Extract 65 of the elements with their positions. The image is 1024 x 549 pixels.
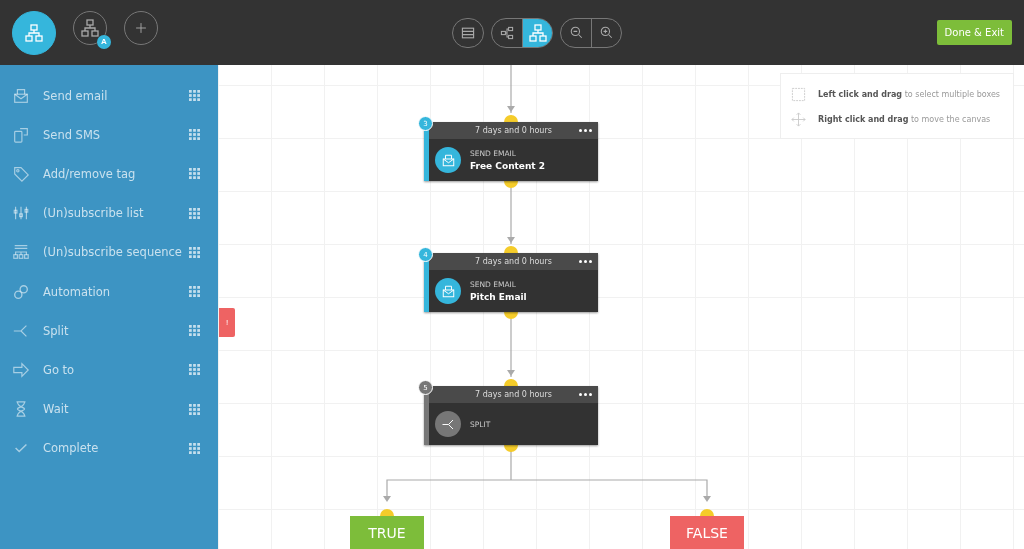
delay-label: 7 days and 0 hours	[475, 257, 552, 266]
drag-handle-icon[interactable]	[189, 246, 200, 258]
item-label: Split	[43, 323, 70, 338]
step-name: Pitch Email	[470, 292, 527, 302]
item-label: (Un)subscribe list	[43, 206, 145, 221]
item-label: Complete	[43, 441, 100, 456]
help-text: Right click and drag to move the canvas	[818, 115, 991, 124]
item-label: Go to	[43, 362, 76, 377]
selection-icon	[791, 87, 806, 102]
sidebar-item[interactable]: Send email	[0, 76, 218, 116]
connector-arrow	[507, 187, 515, 245]
more-options-icon[interactable]	[579, 260, 592, 263]
envelope-icon	[435, 147, 461, 173]
step-name: Free Content 2	[470, 161, 546, 171]
connector-arrow	[507, 318, 515, 378]
more-options-icon[interactable]	[579, 129, 592, 132]
sequence-icon	[12, 243, 32, 262]
drag-handle-icon[interactable]	[189, 129, 200, 141]
zoom-in-icon	[599, 25, 614, 40]
mode-button[interactable]	[12, 10, 56, 55]
drag-handle-icon[interactable]	[189, 207, 200, 219]
item-label: (Un)subscribe sequence	[43, 245, 183, 260]
item-label: Add/remove tag	[43, 166, 137, 181]
item-label: Send SMS	[43, 127, 102, 142]
flowchart-button[interactable]	[522, 18, 552, 47]
sidebar-item[interactable]: Automation	[0, 271, 218, 312]
collapse-tab[interactable]: !	[219, 308, 235, 337]
drag-handle-icon[interactable]	[189, 364, 200, 376]
drag-handle-icon[interactable]	[189, 286, 200, 298]
sidebar-item[interactable]: (Un)subscribe sequence	[0, 232, 218, 272]
done-button[interactable]: Done & Exit	[936, 20, 1012, 45]
branch-label[interactable]: FALSE	[670, 516, 744, 549]
sidebar-item[interactable]: Split	[0, 311, 218, 351]
sidebar-item[interactable]: Go to	[0, 350, 218, 390]
more-options-icon[interactable]	[579, 393, 592, 396]
flowchart-icon	[80, 17, 100, 38]
flowchart-icon	[24, 22, 44, 43]
item-label: Wait	[43, 402, 70, 417]
arrow-icon	[12, 360, 32, 379]
sidebar-item[interactable]: (Un)subscribe list	[0, 193, 218, 233]
sidebar-item[interactable]: Wait	[0, 389, 218, 429]
delay-label: 7 days and 0 hours	[475, 126, 552, 135]
tree-icon	[499, 24, 515, 41]
connector-arrow	[507, 65, 515, 114]
help-text: Left click and drag to select multiple boxes	[818, 90, 1001, 99]
badge: A	[97, 34, 111, 49]
branch-label[interactable]: TRUE	[350, 516, 424, 549]
drag-handle-icon[interactable]	[189, 168, 200, 180]
sidebar-item[interactable]: Complete	[0, 428, 218, 468]
delay-label: 7 days and 0 hours	[475, 390, 552, 399]
drag-handle-icon[interactable]	[189, 325, 200, 337]
split-icon	[435, 411, 461, 437]
tag-icon	[12, 164, 32, 183]
item-label: Automation	[43, 284, 111, 299]
sidebar-item[interactable]: Send SMS	[0, 115, 218, 155]
move-icon	[791, 112, 806, 127]
zoom-out-icon	[568, 25, 584, 40]
drag-handle-icon[interactable]	[189, 90, 200, 102]
item-label: Send email	[43, 88, 109, 103]
plus-icon	[134, 20, 148, 35]
envelope-icon	[435, 278, 461, 304]
drag-handle-icon[interactable]	[189, 442, 200, 454]
drag-handle-icon[interactable]	[189, 403, 200, 415]
flowchart-icon	[527, 22, 548, 43]
sidebar-item[interactable]: Add/remove tag	[0, 154, 218, 194]
